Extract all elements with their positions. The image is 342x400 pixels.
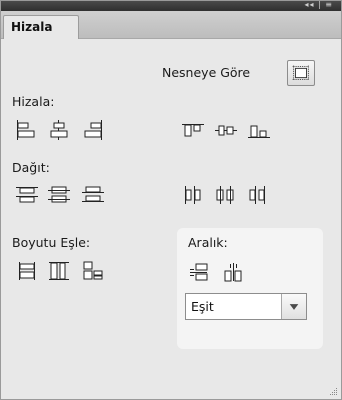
distribute-horizontal-centers-icon[interactable]: [214, 184, 238, 206]
spacing-mode-dropdown-button[interactable]: [281, 294, 306, 319]
align-left-edges-icon[interactable]: [15, 119, 39, 141]
space-evenly-vertical-icon[interactable]: [187, 261, 211, 283]
distribute-bottom-edges-icon[interactable]: [81, 184, 105, 206]
align-horizontal-centers-icon[interactable]: [47, 119, 71, 141]
tab-hizala[interactable]: Hizala: [3, 15, 79, 40]
distribute-left-edges-icon[interactable]: [181, 184, 205, 206]
tab-hizala-label: Hizala: [11, 20, 53, 34]
distribute-vertical-centers-icon[interactable]: [47, 184, 71, 206]
match-height-icon[interactable]: [47, 260, 71, 282]
align-section-title: Hizala:: [12, 94, 55, 109]
align-vertical-centers-icon[interactable]: [214, 119, 238, 141]
distribute-top-edges-icon[interactable]: [15, 184, 39, 206]
tab-bar: Hizala: [1, 11, 341, 40]
resize-grip-icon[interactable]: [330, 388, 338, 396]
distribute-right-edges-icon[interactable]: [247, 184, 271, 206]
spacing-mode-select[interactable]: Eşit: [185, 293, 307, 320]
space-evenly-horizontal-icon[interactable]: [222, 261, 246, 283]
spacing-section-title: Aralık:: [188, 235, 228, 250]
align-bottom-edges-icon[interactable]: [247, 119, 271, 141]
distribute-section-title: Dağıt:: [12, 160, 50, 175]
align-top-edges-icon[interactable]: [181, 119, 205, 141]
spacing-mode-value: Eşit: [191, 299, 214, 314]
align-to-selection-icon: [292, 65, 310, 81]
align-right-edges-icon[interactable]: [81, 119, 105, 141]
align-panel: ◂◂ | ≡ Hizala Nesneye Göre Hizala: Dağıt…: [0, 0, 342, 400]
chevron-down-icon: [289, 304, 299, 310]
panel-content: Nesneye Göre Hizala: Dağıt: Boyutu Eşle:…: [1, 39, 341, 399]
match-width-icon[interactable]: [15, 260, 39, 282]
relative-to-label: Nesneye Göre: [162, 65, 251, 80]
panel-titlebar[interactable]: ◂◂ | ≡: [1, 0, 341, 11]
match-width-and-height-icon[interactable]: [81, 260, 105, 282]
align-to-selection-button[interactable]: [287, 60, 315, 86]
match-size-section-title: Boyutu Eşle:: [12, 235, 91, 250]
panel-controls[interactable]: ◂◂ | ≡: [304, 0, 333, 9]
